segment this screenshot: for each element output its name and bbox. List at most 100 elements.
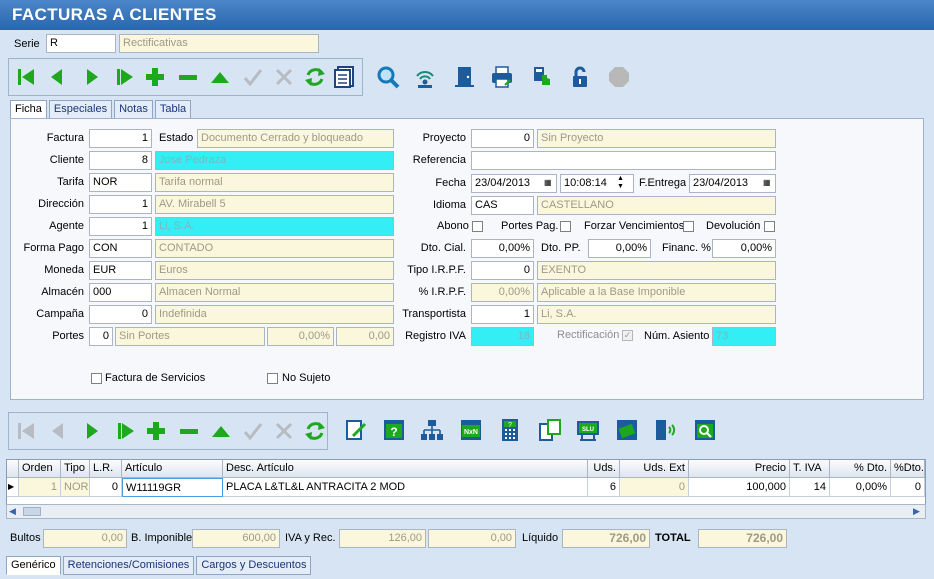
col-header-dto2[interactable]: %Dto.2 bbox=[891, 460, 925, 478]
calculator-help-icon[interactable]: ? bbox=[496, 416, 524, 444]
refresh-icon[interactable] bbox=[301, 63, 329, 91]
nxn-icon[interactable]: NxN bbox=[457, 416, 485, 444]
cell-tiva[interactable]: 14 bbox=[790, 478, 830, 497]
next-record-icon[interactable] bbox=[78, 63, 106, 91]
dto-cial-input[interactable]: 0,00% bbox=[471, 239, 534, 258]
list-view-icon[interactable] bbox=[330, 63, 358, 91]
broadcast-icon[interactable] bbox=[411, 63, 439, 91]
portes-pag-checkbox[interactable] bbox=[560, 221, 571, 232]
calendar-icon[interactable]: ▦ bbox=[763, 178, 771, 188]
tab-ficha[interactable]: Ficha bbox=[10, 100, 47, 119]
devolucion-checkbox[interactable] bbox=[764, 221, 775, 232]
col-header-articulo[interactable]: Artículo bbox=[122, 460, 223, 478]
proyecto-input[interactable]: 0 bbox=[471, 129, 534, 148]
serie-input[interactable]: R bbox=[46, 34, 116, 53]
col-header-uds-ext[interactable]: Uds. Ext bbox=[620, 460, 689, 478]
tab-tabla-label: Tabla bbox=[159, 103, 187, 115]
search-window-icon[interactable] bbox=[691, 416, 719, 444]
portes-name: Sin Portes bbox=[115, 327, 265, 346]
scroll-left-icon[interactable]: ◀ bbox=[9, 506, 16, 517]
cell-precio[interactable]: 100,000 bbox=[689, 478, 790, 497]
calendar-icon[interactable]: ▦ bbox=[544, 178, 552, 188]
col-header-lr[interactable]: L.R. bbox=[90, 460, 122, 478]
slu-icon[interactable]: SLU bbox=[574, 416, 602, 444]
portes-input[interactable]: 0 bbox=[89, 327, 113, 346]
forma-pago-input[interactable]: CON bbox=[89, 239, 152, 258]
col-header-uds[interactable]: Uds. bbox=[588, 460, 620, 478]
delete-line-icon[interactable] bbox=[175, 417, 203, 445]
forzar-vencimientos-checkbox[interactable] bbox=[683, 221, 694, 232]
edit-record-icon[interactable] bbox=[206, 63, 234, 91]
confirm-line-icon[interactable] bbox=[239, 417, 267, 445]
no-sujeto-checkbox[interactable] bbox=[267, 373, 278, 384]
factura-servicios-checkbox[interactable] bbox=[91, 373, 102, 384]
touch-document-icon[interactable] bbox=[528, 63, 556, 91]
col-header-dto[interactable]: % Dto. bbox=[830, 460, 891, 478]
transportista-label: Transportista bbox=[402, 308, 466, 320]
unlock-icon[interactable] bbox=[566, 63, 594, 91]
tipo-irpf-input[interactable]: 0 bbox=[471, 261, 534, 280]
delete-record-icon[interactable] bbox=[174, 63, 202, 91]
scroll-right-icon[interactable]: ▶ bbox=[913, 506, 920, 517]
search-icon[interactable] bbox=[374, 63, 402, 91]
idioma-input[interactable]: CAS bbox=[471, 196, 534, 215]
dto-pp-input[interactable]: 0,00% bbox=[588, 239, 651, 258]
tab-tabla[interactable]: Tabla bbox=[154, 100, 192, 119]
factura-input[interactable]: 1 bbox=[89, 129, 152, 148]
cell-articulo[interactable]: W11119GR bbox=[122, 478, 223, 497]
tab-retenciones-comisiones[interactable]: Retenciones/Comisiones bbox=[62, 556, 195, 575]
door-signal-icon[interactable] bbox=[651, 416, 679, 444]
cancel-line-icon[interactable] bbox=[270, 417, 298, 445]
financ-input[interactable]: 0,00% bbox=[712, 239, 776, 258]
campana-input[interactable]: 0 bbox=[89, 305, 152, 324]
base-imponible-label: B. Imponible bbox=[131, 532, 193, 544]
cancel-icon[interactable] bbox=[270, 63, 298, 91]
tab-especiales[interactable]: Especiales bbox=[48, 100, 113, 119]
add-record-icon[interactable] bbox=[141, 63, 169, 91]
time-spinner-icon[interactable]: ▲ ▼ bbox=[617, 175, 624, 191]
tab-notas[interactable]: Notas bbox=[114, 100, 153, 119]
last-line-icon[interactable] bbox=[111, 417, 139, 445]
col-header-tipo[interactable]: Tipo bbox=[61, 460, 90, 478]
copy-document-icon[interactable] bbox=[536, 416, 564, 444]
cell-lr[interactable]: 0 bbox=[90, 478, 122, 497]
referencia-input[interactable] bbox=[471, 151, 776, 170]
cell-dto[interactable]: 0,00% bbox=[830, 478, 891, 497]
direccion-input[interactable]: 1 bbox=[89, 195, 152, 214]
previous-record-icon[interactable] bbox=[43, 63, 71, 91]
refresh-lines-icon[interactable] bbox=[301, 417, 329, 445]
edit-document-icon[interactable] bbox=[342, 416, 370, 444]
print-icon[interactable] bbox=[488, 63, 516, 91]
first-record-icon[interactable] bbox=[12, 63, 40, 91]
confirm-icon[interactable] bbox=[239, 63, 267, 91]
almacen-input[interactable]: 000 bbox=[89, 283, 152, 302]
hierarchy-icon[interactable] bbox=[418, 416, 446, 444]
add-line-icon[interactable] bbox=[142, 417, 170, 445]
horizontal-scrollbar[interactable]: ◀ ▶ bbox=[6, 504, 926, 519]
transportista-input[interactable]: 1 bbox=[471, 305, 534, 324]
tarifa-input[interactable]: NOR bbox=[89, 173, 152, 192]
help-window-icon[interactable]: ? bbox=[380, 416, 408, 444]
last-record-icon[interactable] bbox=[110, 63, 138, 91]
scroll-thumb[interactable] bbox=[23, 507, 41, 516]
previous-line-icon[interactable] bbox=[44, 417, 72, 445]
first-line-icon[interactable] bbox=[12, 417, 40, 445]
cell-dto2[interactable]: 0 bbox=[891, 478, 925, 497]
cliente-input[interactable]: 8 bbox=[89, 151, 152, 170]
tab-cargos-descuentos[interactable]: Cargos y Descuentos bbox=[196, 556, 312, 575]
exit-door-icon[interactable] bbox=[450, 63, 478, 91]
abono-checkbox[interactable] bbox=[472, 221, 483, 232]
stop-icon[interactable] bbox=[605, 63, 633, 91]
cell-desc-articulo[interactable]: PLACA L&TL&L ANTRACITA 2 MOD bbox=[223, 478, 588, 497]
agente-input[interactable]: 1 bbox=[89, 217, 152, 236]
edit-line-icon[interactable] bbox=[207, 417, 235, 445]
next-line-icon[interactable] bbox=[78, 417, 106, 445]
tab-generico[interactable]: Genérico bbox=[6, 556, 61, 575]
col-header-desc-articulo[interactable]: Desc. Artículo bbox=[223, 460, 588, 478]
col-header-orden[interactable]: Orden bbox=[19, 460, 61, 478]
money-icon[interactable] bbox=[613, 416, 641, 444]
col-header-precio[interactable]: Precio bbox=[689, 460, 790, 478]
moneda-input[interactable]: EUR bbox=[89, 261, 152, 280]
cell-uds[interactable]: 6 bbox=[588, 478, 620, 497]
col-header-tiva[interactable]: T. IVA bbox=[790, 460, 830, 478]
